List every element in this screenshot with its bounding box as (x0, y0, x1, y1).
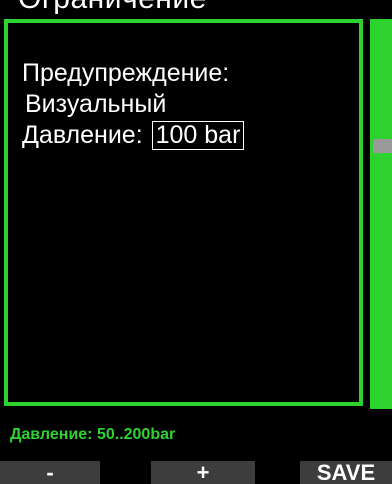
settings-panel: Предупреждение: Визуальный Давление: 100… (4, 19, 363, 406)
pressure-label: Давление: (22, 121, 143, 149)
settings-text-block: Предупреждение: Визуальный Давление: 100… (22, 58, 245, 151)
decrease-button[interactable]: - (0, 461, 100, 484)
softkey-bar: - + SAVE (0, 461, 392, 484)
pressure-range-hint: Давление: 50..200bar (10, 426, 176, 443)
pressure-value-field[interactable]: 100 bar (151, 121, 245, 150)
screen-title: Ограничение (18, 0, 207, 14)
scrollbar-thumb[interactable] (373, 139, 392, 153)
pressure-row: Давление: 100 bar (22, 120, 245, 151)
warning-label: Предупреждение: (22, 59, 230, 87)
scrollbar[interactable] (370, 19, 392, 409)
save-button[interactable]: SAVE (300, 461, 392, 484)
footer-divider (0, 409, 392, 412)
screen-title-strip: Ограничение (0, 0, 392, 18)
increase-button[interactable]: + (151, 461, 255, 484)
warning-value[interactable]: Визуальный (22, 89, 244, 120)
